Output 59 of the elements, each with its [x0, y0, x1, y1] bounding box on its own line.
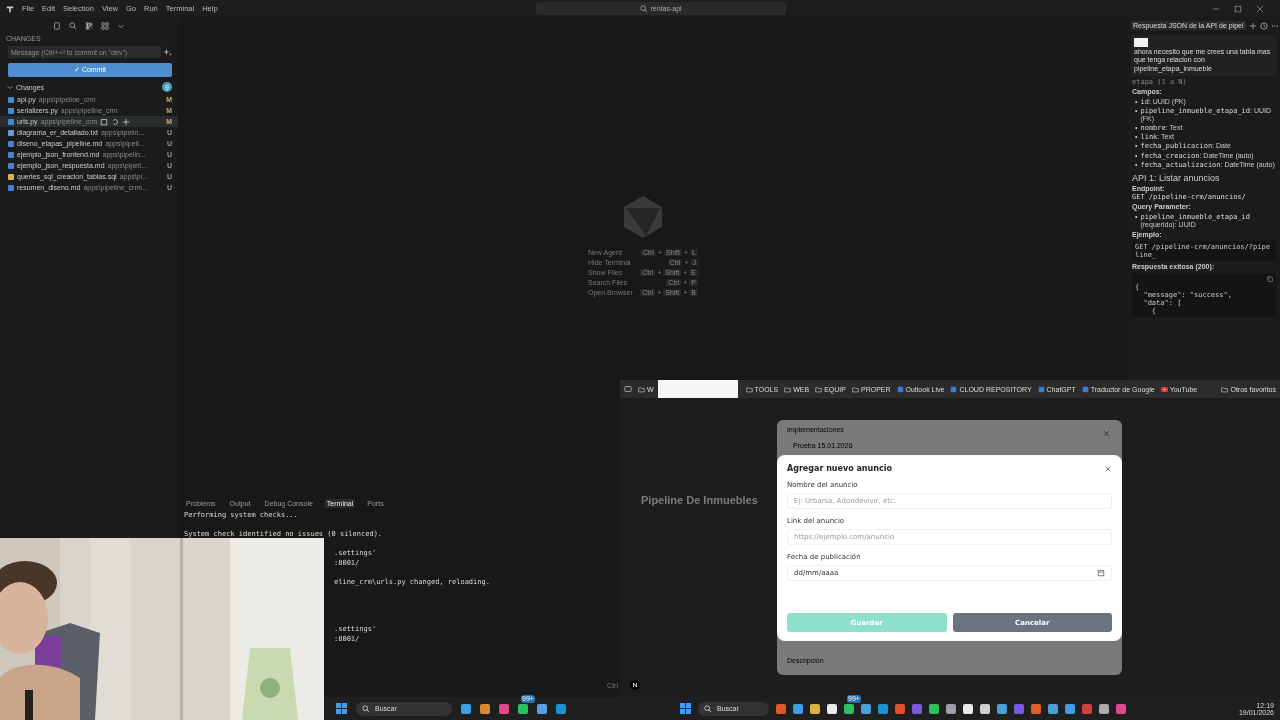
chevron-icon[interactable] [6, 83, 14, 91]
app-icon[interactable] [480, 703, 490, 714]
modal-title: Agregar nuevo anuncio [787, 464, 892, 473]
discard-icon[interactable] [111, 117, 120, 126]
app-icon[interactable] [980, 703, 990, 714]
folder-icon [1221, 385, 1229, 393]
search-icon[interactable] [69, 22, 77, 30]
site-icon [950, 385, 958, 393]
app-icon[interactable] [810, 703, 820, 714]
windows-icon[interactable] [336, 703, 347, 714]
folder-icon [815, 385, 823, 393]
app-icon[interactable] [929, 703, 939, 714]
plus-icon[interactable] [122, 117, 131, 126]
response-heading: API 1: Listar anuncios [1132, 172, 1221, 183]
windows-icon[interactable] [680, 703, 691, 714]
app-icon[interactable] [793, 703, 803, 714]
calendar-icon[interactable] [1097, 569, 1105, 577]
site-icon [1037, 385, 1045, 393]
chevron-icon[interactable] [117, 22, 125, 30]
app-icon[interactable] [537, 703, 547, 714]
maximize-icon[interactable] [1234, 4, 1242, 13]
app-icon[interactable] [861, 703, 871, 714]
search-icon [704, 704, 712, 713]
open-file-icon[interactable] [100, 117, 109, 126]
close-icon[interactable] [1103, 430, 1110, 437]
search-icon [362, 704, 370, 713]
attachment-thumbnail [1134, 38, 1148, 47]
cube-logo-icon [623, 195, 663, 239]
app-icon[interactable] [461, 703, 471, 714]
files-icon[interactable] [53, 22, 61, 30]
dev-badge-icon[interactable] [630, 680, 640, 690]
close-icon[interactable] [1256, 4, 1264, 13]
tab-icon[interactable] [624, 385, 632, 393]
play-icon [1160, 385, 1168, 393]
app-icon[interactable] [1048, 703, 1058, 714]
search-icon [639, 4, 648, 13]
source-control-icon[interactable] [85, 22, 93, 30]
app-icon[interactable] [946, 703, 956, 714]
sparkle-icon[interactable] [164, 48, 172, 56]
site-icon [1081, 385, 1089, 393]
site-icon [896, 385, 904, 393]
close-icon[interactable] [1104, 464, 1112, 473]
folder-icon [745, 385, 753, 393]
app-icon[interactable] [844, 703, 854, 714]
plus-icon[interactable] [1248, 21, 1257, 30]
folder-icon [784, 385, 792, 393]
app-icon[interactable] [1099, 703, 1109, 714]
app-icon[interactable] [518, 703, 528, 714]
app-icon[interactable] [997, 703, 1007, 714]
app-logo-icon [6, 4, 14, 13]
extensions-icon[interactable] [101, 22, 109, 30]
folder-icon [851, 385, 859, 393]
copy-icon[interactable] [1267, 276, 1273, 282]
app-icon[interactable] [963, 703, 973, 714]
history-icon[interactable] [1259, 21, 1268, 30]
app-icon[interactable] [827, 703, 837, 714]
app-icon[interactable] [1065, 703, 1075, 714]
page-title: Pipeline De Inmuebles [641, 494, 758, 506]
folder-icon [638, 385, 645, 393]
